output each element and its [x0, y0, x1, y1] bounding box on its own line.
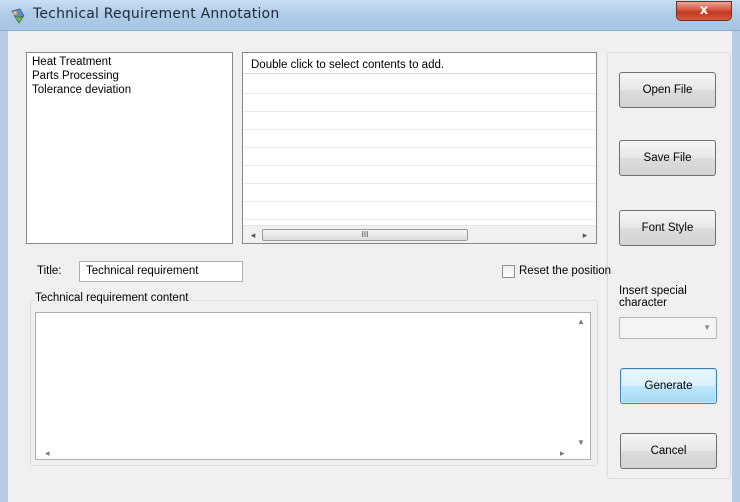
scroll-left-icon[interactable]: ◂: [247, 229, 259, 241]
category-list[interactable]: Heat Treatment Parts Processing Toleranc…: [26, 52, 233, 244]
special-character-label: Insert special character: [619, 285, 687, 309]
grid-row[interactable]: [243, 93, 596, 94]
app-icon: [11, 8, 25, 24]
grid-row[interactable]: [243, 165, 596, 166]
scroll-down-icon[interactable]: ▼: [577, 438, 585, 447]
chevron-down-icon[interactable]: ▼: [703, 323, 711, 332]
title-bar[interactable]: Technical Requirement Annotation x: [0, 0, 740, 31]
window-title: Technical Requirement Annotation: [33, 6, 280, 22]
save-file-button[interactable]: Save File: [619, 140, 716, 176]
scroll-right-icon[interactable]: ▸: [579, 229, 591, 241]
grid-horizontal-scrollbar[interactable]: ◂ III ▸: [243, 225, 596, 243]
scroll-grip-icon: III: [361, 230, 369, 239]
grid-header: Double click to select contents to add.: [243, 53, 596, 74]
dialog-window: Technical Requirement Annotation x Heat …: [0, 0, 740, 502]
scroll-thumb[interactable]: III: [262, 229, 468, 241]
close-button[interactable]: x: [676, 1, 732, 21]
content-group-caption: Technical requirement content: [34, 292, 192, 304]
close-icon: x: [699, 3, 709, 18]
special-character-select[interactable]: ▼: [619, 317, 717, 339]
scroll-left-icon[interactable]: ◂: [45, 448, 50, 459]
reset-position-checkbox[interactable]: [502, 265, 515, 278]
grid-row[interactable]: [243, 201, 596, 202]
grid-row[interactable]: [243, 147, 596, 148]
action-panel: [607, 52, 731, 479]
content-grid[interactable]: Double click to select contents to add. …: [242, 52, 597, 244]
scroll-up-icon[interactable]: ▲: [577, 317, 585, 326]
grid-row[interactable]: [243, 129, 596, 130]
requirement-content-textarea[interactable]: [35, 312, 591, 460]
grid-row[interactable]: [243, 111, 596, 112]
grid-row[interactable]: [243, 183, 596, 184]
title-input[interactable]: Technical requirement: [79, 261, 243, 282]
title-label: Title:: [37, 265, 62, 277]
open-file-button[interactable]: Open File: [619, 72, 716, 108]
category-item[interactable]: Heat Treatment: [32, 55, 232, 69]
scroll-right-icon[interactable]: ▸: [560, 448, 565, 459]
font-style-button[interactable]: Font Style: [619, 210, 716, 246]
cancel-button[interactable]: Cancel: [620, 433, 717, 469]
category-item[interactable]: Tolerance deviation: [32, 83, 232, 97]
grid-row[interactable]: [243, 219, 596, 220]
generate-button[interactable]: Generate: [620, 368, 717, 404]
category-item[interactable]: Parts Processing: [32, 69, 232, 83]
reset-position-label[interactable]: Reset the position: [519, 265, 611, 277]
window-frame-left: [0, 31, 8, 502]
window-frame-right: [732, 31, 740, 502]
